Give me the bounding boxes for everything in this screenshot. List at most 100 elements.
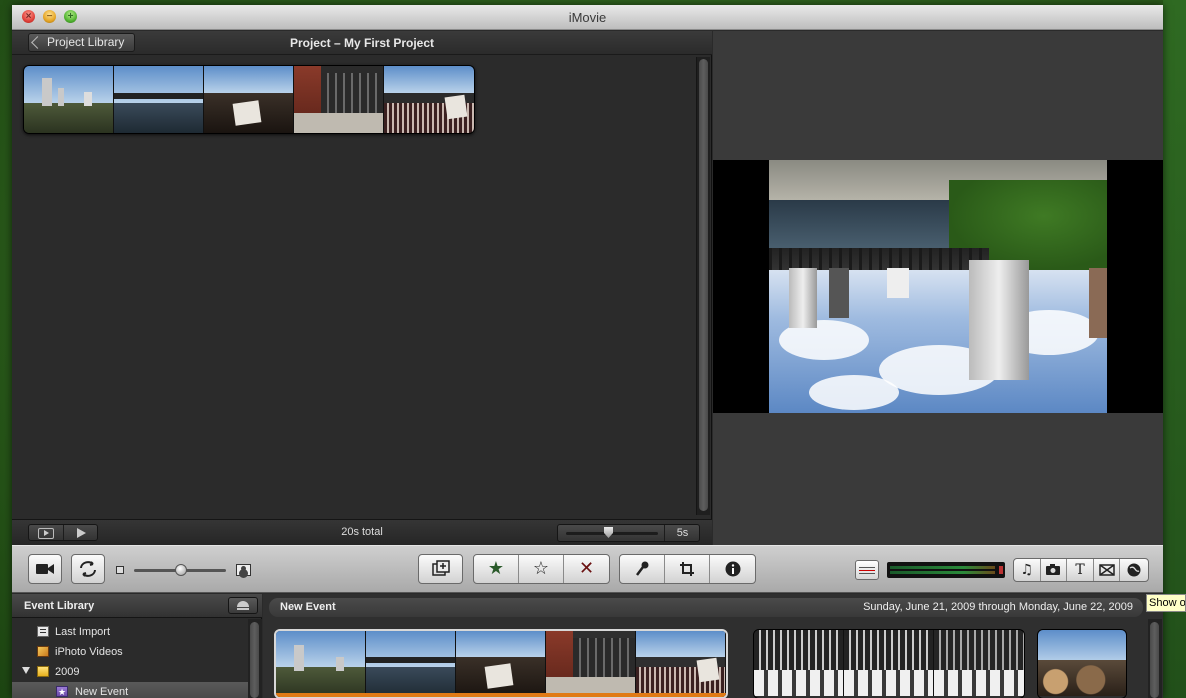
- disclosure-triangle-icon[interactable]: [22, 667, 30, 674]
- reject-button[interactable]: ✕: [564, 555, 609, 583]
- event-library-item-last-import[interactable]: Last Import: [12, 622, 248, 642]
- event-library-item-label: 2009: [55, 666, 80, 678]
- mark-favorite-button[interactable]: ★: [474, 555, 519, 583]
- project-total-duration: 20s total: [341, 526, 383, 538]
- add-clip-icon: [431, 560, 450, 576]
- transition-icon: [1098, 564, 1115, 576]
- event-clip-selected[interactable]: [274, 629, 728, 698]
- unmark-button[interactable]: ☆: [519, 555, 564, 583]
- rating-buttons: ★ ☆ ✕: [473, 554, 610, 584]
- event-clip-frame[interactable]: [636, 631, 726, 697]
- event-clip-frame[interactable]: [546, 631, 636, 697]
- event-clip-frame[interactable]: [754, 630, 844, 696]
- event-library-pane: Event Library Last Import iPhoto Videos …: [12, 594, 262, 698]
- thumbnail-duration-control: 5s: [557, 524, 700, 542]
- project-library-button[interactable]: Project Library: [28, 33, 136, 52]
- play-fullscreen-button[interactable]: [29, 525, 64, 540]
- project-title: Project – My First Project: [289, 36, 435, 50]
- camera-import-button[interactable]: [28, 554, 62, 584]
- voiceover-button[interactable]: [620, 555, 665, 583]
- star-filled-icon: ★: [487, 558, 505, 579]
- event-library-item-new-event[interactable]: ★ New Event: [12, 682, 248, 698]
- info-icon: [725, 561, 740, 577]
- reject-x-icon: ✕: [578, 558, 595, 579]
- project-clip-frame[interactable]: [294, 66, 384, 133]
- event-date-range: Sunday, June 21, 2009 through Monday, Ju…: [863, 601, 1133, 613]
- photo-browser-button[interactable]: [1041, 559, 1068, 581]
- last-import-icon: [37, 626, 49, 637]
- event-clip-frame[interactable]: [366, 631, 456, 697]
- event-clip-frame[interactable]: [276, 631, 366, 697]
- event-browser-scrollbar[interactable]: [1148, 619, 1162, 698]
- project-footer: 20s total 5s: [12, 519, 712, 545]
- swap-browser-button[interactable]: [71, 554, 105, 584]
- event-clip-frame[interactable]: [456, 631, 546, 697]
- thumbnail-size-knob[interactable]: [175, 564, 187, 576]
- transition-browser-button[interactable]: [1094, 559, 1121, 581]
- event-header: New Event Sunday, June 21, 2009 through …: [269, 598, 1143, 617]
- title-text-icon: T: [1075, 562, 1085, 578]
- event-browser-scrollbar-thumb[interactable]: [1150, 622, 1159, 698]
- project-clip-frame[interactable]: [384, 66, 474, 133]
- project-scrollbar-thumb[interactable]: [699, 59, 708, 511]
- event-library-scrollbar-thumb[interactable]: [250, 622, 259, 698]
- viewer-video-frame[interactable]: [769, 160, 1107, 413]
- crop-icon: [680, 562, 694, 576]
- event-library-item-label: iPhoto Videos: [55, 646, 123, 658]
- star-outline-icon: ☆: [532, 558, 550, 579]
- thumbnail-size-slider[interactable]: [116, 564, 252, 576]
- small-thumbnail-icon: [116, 566, 124, 574]
- project-clip-frame[interactable]: [24, 66, 114, 133]
- project-clip-frame[interactable]: [114, 66, 204, 133]
- music-note-icon: ♫: [1020, 562, 1034, 578]
- used-in-project-bar: [276, 693, 726, 697]
- play-button[interactable]: [64, 525, 98, 540]
- event-clip[interactable]: [1037, 629, 1127, 698]
- thumbnail-duration-value: 5s: [676, 527, 689, 539]
- tooltip: Show o: [1146, 594, 1186, 612]
- main-toolbar: ★ ☆ ✕ ♫ T: [12, 545, 1163, 593]
- eject-button[interactable]: [228, 597, 258, 614]
- event-name: New Event: [280, 601, 336, 613]
- audio-waveform-toggle[interactable]: [855, 560, 879, 580]
- event-library-item-2009[interactable]: 2009: [12, 662, 248, 682]
- viewer-pane: [713, 31, 1163, 545]
- imovie-window: × − + iMovie Project Library Project – M…: [12, 5, 1163, 698]
- project-pane: Project Library Project – My First Proje…: [12, 31, 712, 545]
- swap-arrows-icon: [80, 561, 96, 577]
- calendar-icon: [37, 666, 49, 677]
- music-browser-button[interactable]: ♫: [1014, 559, 1041, 581]
- camera-icon: [1046, 564, 1061, 575]
- add-to-project-button[interactable]: [418, 554, 463, 584]
- audio-level-meter: [887, 562, 1005, 578]
- event-clip[interactable]: [753, 629, 1025, 698]
- edit-tool-buttons: [619, 554, 756, 584]
- project-scrollbar[interactable]: [696, 57, 710, 515]
- event-clip-frame[interactable]: [1038, 630, 1126, 696]
- project-clip-frame[interactable]: [204, 66, 294, 133]
- map-browser-button[interactable]: [1120, 559, 1148, 581]
- thumbnail-duration-slider-knob[interactable]: [604, 527, 613, 538]
- iphoto-icon: [37, 646, 49, 657]
- video-camera-icon: [36, 564, 54, 574]
- crop-button[interactable]: [665, 555, 710, 583]
- browser-buttons: ♫ T: [1013, 558, 1149, 582]
- window-title: iMovie: [568, 10, 607, 25]
- project-clip-strip[interactable]: [23, 65, 475, 134]
- inspector-button[interactable]: [710, 555, 755, 583]
- event-library-title: Event Library: [24, 600, 95, 612]
- event-clip-frame[interactable]: [844, 630, 934, 696]
- project-header: Project Library Project – My First Proje…: [12, 31, 712, 55]
- title-bar: × − + iMovie: [12, 5, 1163, 30]
- event-library-item-label: Last Import: [55, 626, 111, 638]
- globe-icon: [1127, 563, 1141, 577]
- large-thumbnail-icon: [236, 564, 251, 576]
- title-browser-button[interactable]: T: [1067, 559, 1094, 581]
- playback-controls: [28, 524, 98, 541]
- event-clip-frame[interactable]: [934, 630, 1024, 696]
- event-browser-pane: New Event Sunday, June 21, 2009 through …: [263, 594, 1163, 698]
- event-library-scrollbar[interactable]: [248, 619, 262, 698]
- event-library-item-label: New Event: [75, 686, 129, 698]
- event-library-item-iphoto-videos[interactable]: iPhoto Videos: [12, 642, 248, 662]
- event-star-icon: ★: [56, 686, 68, 697]
